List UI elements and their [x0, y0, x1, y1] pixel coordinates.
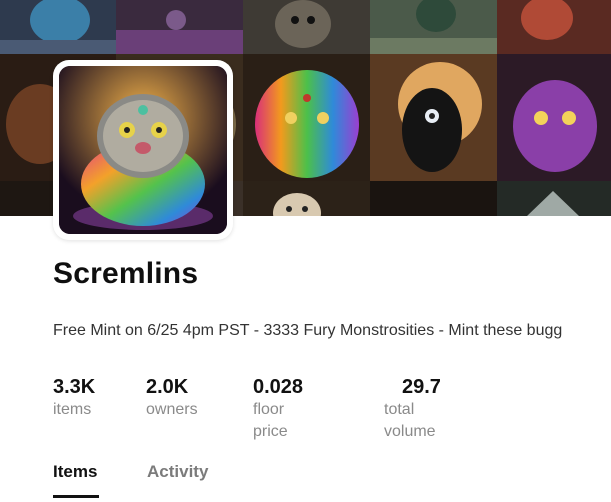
collection-title: Scremlins: [53, 257, 199, 290]
banner-tile: [370, 54, 497, 181]
banner-tile: [497, 181, 611, 216]
stat-total-volume: 29.7 total volume: [384, 376, 441, 443]
stat-owners: 2.0K owners: [146, 376, 198, 421]
collection-description: Free Mint on 6/25 4pm PST - 3333 Fury Mo…: [53, 322, 563, 339]
banner-tile: [243, 0, 370, 54]
stat-value: 29.7: [402, 376, 441, 398]
stat-value: 2.0K: [146, 376, 189, 398]
tab-activity[interactable]: Activity: [147, 462, 208, 482]
stat-label: total volume: [384, 401, 436, 440]
banner-tile: [497, 0, 611, 54]
active-tab-indicator: [53, 495, 99, 498]
banner-tile: [497, 54, 611, 181]
stat-items: 3.3K items: [53, 376, 95, 421]
banner-tile: [370, 0, 497, 54]
collection-avatar: [59, 66, 227, 234]
stat-value: 3.3K: [53, 376, 96, 398]
stat-floor-price: 0.028 floor price: [253, 376, 303, 443]
banner-tile: [243, 181, 370, 216]
collection-avatar-frame: [53, 60, 233, 240]
stat-label: items: [53, 401, 92, 418]
stat-value: 0.028: [253, 376, 304, 398]
banner-tile: [0, 0, 116, 54]
stat-label: floor price: [253, 401, 288, 440]
tab-items[interactable]: Items: [53, 462, 97, 482]
banner-tile: [370, 181, 497, 216]
banner-tile: [116, 0, 243, 54]
banner-tile: [243, 54, 370, 181]
stat-label: owners: [146, 401, 198, 418]
